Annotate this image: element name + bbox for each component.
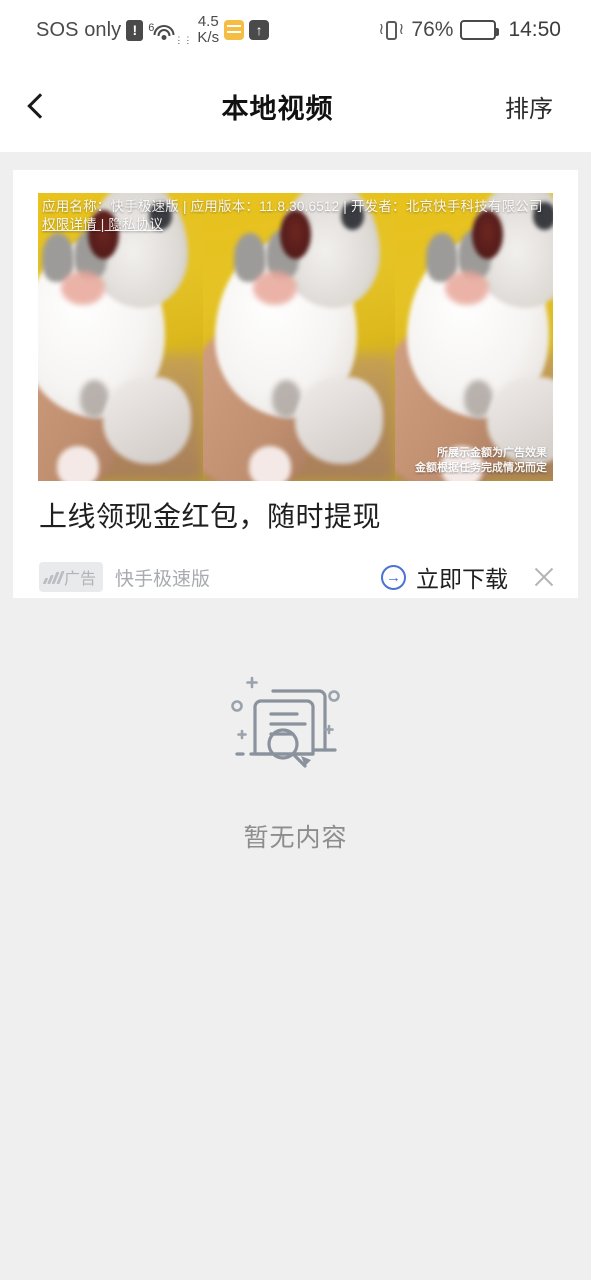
wifi-traffic-icon: ⋮⋮ — [174, 35, 193, 45]
notification-app-icon — [224, 20, 245, 40]
cursor-arrow-icon — [300, 756, 311, 766]
download-label: 立即下载 — [416, 566, 508, 592]
status-bar-left: SOS only ! 6 ⋮⋮ 4.5 K/s ↑ — [36, 14, 270, 46]
ad-badge-label: 广告 — [64, 571, 97, 588]
clock: 14:50 — [508, 18, 561, 41]
ad-actions: → 立即下载 — [381, 560, 558, 594]
ad-card[interactable]: 应用名称：快手极速版 | 应用版本：11.8.30.6512 | 开发者：北京快… — [13, 170, 578, 598]
content-area: 暂无内容 应用名称：快手极速版 | 应用版本：11.8.30.6512 | 开发… — [0, 152, 591, 1280]
empty-documents-search-icon — [230, 676, 340, 768]
battery-icon — [460, 20, 500, 40]
network-speed: 4.5 K/s — [197, 14, 219, 46]
ad-badge: 广告 — [39, 562, 104, 592]
empty-state-inner: 暂无内容 — [221, 668, 371, 854]
ad-brand-name: 快手极速版 — [115, 568, 211, 590]
empty-state-text: 暂无内容 — [243, 824, 348, 852]
ad-footer: 广告 快手极速版 → 立即下载 — [39, 555, 558, 599]
carrier-label: SOS only — [36, 18, 122, 41]
download-button[interactable]: → 立即下载 — [381, 560, 508, 594]
sort-button[interactable]: 排序 — [481, 60, 591, 152]
ad-disclaimer-line2: 金额根据任务完成情况而定 — [415, 462, 547, 475]
network-speed-unit: K/s — [197, 29, 220, 46]
sim-alert-icon: ! — [126, 19, 144, 41]
ad-bars-icon — [42, 570, 65, 584]
page-title: 本地视频 — [221, 93, 334, 124]
ad-thumbnail[interactable]: 应用名称：快手极速版 | 应用版本：11.8.30.6512 | 开发者：北京快… — [38, 193, 553, 481]
wifi-icon: 6 ⋮⋮ — [148, 18, 192, 45]
close-icon[interactable] — [530, 563, 558, 591]
back-button[interactable] — [0, 60, 74, 152]
vibrate-mode-icon — [378, 18, 404, 42]
upload-arrow-icon: ↑ — [249, 20, 270, 40]
status-bar: SOS only ! 6 ⋮⋮ 4.5 K/s ↑ 76% 14:50 — [0, 0, 591, 60]
ad-disclaimer: 所展示金额为广告效果 金额根据任务完成情况而定 — [415, 446, 547, 476]
app-header: 本地视频 排序 — [0, 60, 591, 152]
status-bar-right: 76% 14:50 — [378, 18, 561, 42]
back-chevron-icon — [26, 93, 53, 119]
ad-overlay-line2[interactable]: 权限详情 | 隐私协议 — [42, 216, 549, 234]
phone-screen: SOS only ! 6 ⋮⋮ 4.5 K/s ↑ 76% 14:50 本地视频 — [0, 0, 591, 1280]
ad-overlay-line1: 应用名称：快手极速版 | 应用版本：11.8.30.6512 | 开发者：北京快… — [42, 199, 543, 214]
ad-title: 上线领现金红包，随时提现 — [39, 501, 382, 532]
battery-percent: 76% — [411, 18, 454, 41]
network-speed-value: 4.5 — [197, 13, 219, 31]
ad-overlay-info: 应用名称：快手极速版 | 应用版本：11.8.30.6512 | 开发者：北京快… — [38, 193, 553, 238]
ad-disclaimer-line1: 所展示金额为广告效果 — [437, 447, 547, 460]
wifi-bars-icon — [153, 24, 175, 42]
arrow-right-circle-icon: → — [381, 564, 406, 590]
